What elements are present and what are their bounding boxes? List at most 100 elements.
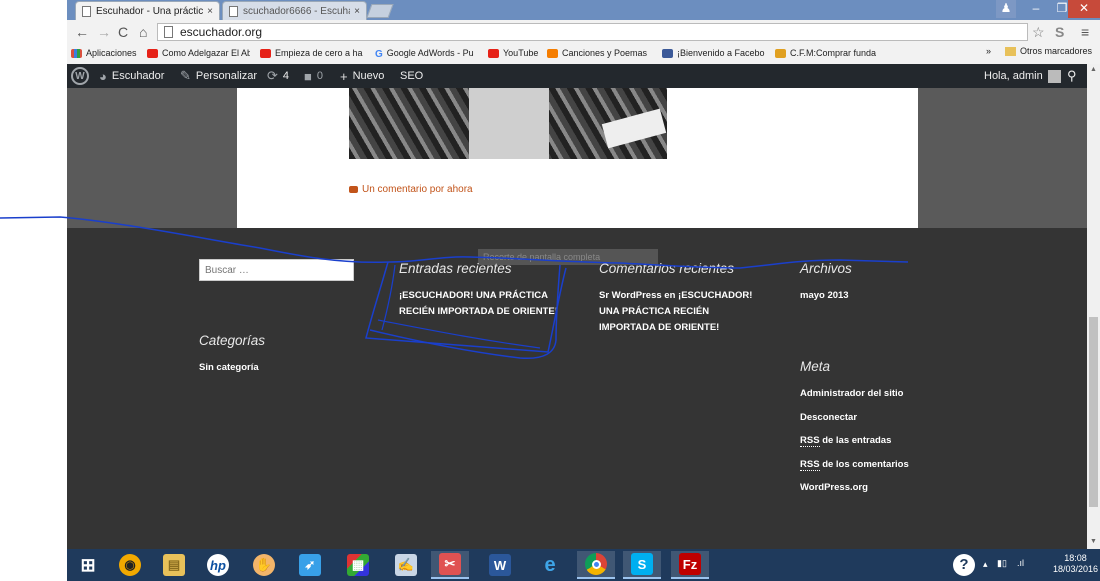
archives-title: Archivos <box>800 261 852 276</box>
bookmark-label: Google AdWords - Pu <box>386 48 474 58</box>
site-footer: Recorte de pantalla completa Entradas re… <box>67 228 1087 549</box>
more-bookmarks-chevron-icon[interactable]: » <box>986 46 991 56</box>
game-icon[interactable]: ▦ <box>339 551 377 579</box>
meta-logout-link[interactable]: Desconectar <box>800 410 857 426</box>
scroll-down-icon[interactable]: ▼ <box>1090 538 1097 545</box>
tab-title: Escuhador - Una práctica <box>96 5 204 17</box>
adminbar-customize[interactable]: ✎ Personalizar <box>180 64 257 88</box>
new-tab-button[interactable] <box>366 4 394 18</box>
recent-comment-item: Sr WordPress en ¡ESCUCHADOR! UNA PRÁCTIC… <box>599 288 764 336</box>
bookmark-label: Canciones y Poemas <box>562 48 648 58</box>
updates-count: 4 <box>282 70 290 82</box>
minimize-icon[interactable]: – <box>1023 0 1049 18</box>
meta-rss-comments-link[interactable]: RSS de los comentarios <box>800 457 909 473</box>
adminbar-seo[interactable]: SEO <box>400 64 423 88</box>
filezilla-icon[interactable]: Fz <box>671 551 709 579</box>
browser-toolbar: ← → C ⌂ escuchador.org ☆ S ≡ <box>67 20 1100 44</box>
customize-label: Personalizar <box>195 70 258 82</box>
network-icon[interactable]: ▮▯ <box>997 558 1007 569</box>
bookmark-label: C.F.M:Comprar funda <box>790 48 877 58</box>
skype-icon[interactable]: S <box>623 551 661 579</box>
bookmark-label: YouTube <box>503 48 539 58</box>
adminbar-comments[interactable]: ■ 0 <box>304 64 323 88</box>
help-icon[interactable]: ? <box>953 554 975 576</box>
bookmark-item[interactable]: YouTube <box>488 46 538 60</box>
categories-title: Categorías <box>199 333 266 348</box>
scroll-up-icon[interactable]: ▲ <box>1090 66 1097 73</box>
bookmark-item[interactable]: Como Adelgazar El Ab <box>147 46 250 60</box>
adminbar-new[interactable]: + Nuevo <box>340 64 384 88</box>
snipping-tool-icon[interactable]: ✂ <box>431 551 469 579</box>
other-bookmarks-folder[interactable]: Otros marcadores <box>1005 46 1092 56</box>
recent-post-link[interactable]: ¡ESCUCHADOR! UNA PRÁCTICA RECIÉN IMPORTA… <box>399 288 564 320</box>
tray-expand-icon[interactable]: ▴ <box>983 559 988 570</box>
bookmark-item[interactable]: G Google AdWords - Pu <box>375 46 481 60</box>
bookmark-item[interactable]: ¡Bienvenido a Facebo <box>662 46 766 60</box>
bookmark-star-icon[interactable]: ☆ <box>1032 24 1045 40</box>
category-link[interactable]: Sin categoría <box>199 360 259 376</box>
search-input[interactable] <box>199 259 354 281</box>
adminbar-site-name[interactable]: ◕ Escuhador <box>99 64 164 88</box>
home-icon[interactable]: ⌂ <box>139 24 147 40</box>
meta-title: Meta <box>800 359 831 374</box>
system-tray: ? ▴ ▮▯ .ıl 18:08 18/03/2016 <box>947 549 1100 581</box>
updates-icon: ⟳ <box>267 68 278 83</box>
hp-icon[interactable]: hp <box>199 551 237 579</box>
close-window-icon[interactable]: ✕ <box>1068 0 1100 18</box>
brush-icon: ✎ <box>180 68 191 83</box>
wordpress-logo-icon[interactable]: W <box>71 67 89 85</box>
bookmark-item[interactable]: Aplicaciones <box>71 46 137 60</box>
comment-author-link[interactable]: Sr WordPress <box>599 290 662 301</box>
bookmark-item[interactable]: Canciones y Poemas <box>547 46 650 60</box>
windows-taskbar: ⊞ ◉ ▤ hp ✋ ➶ ▦ ✍ ✂ W e S Fz ? ▴ ▮▯ .ıl 1… <box>67 549 1100 581</box>
meta-rss-entries-link[interactable]: RSS de las entradas <box>800 433 891 449</box>
bookmark-label: Empieza de cero a ha <box>275 48 363 58</box>
post-image <box>349 88 667 159</box>
adminbar-search-icon[interactable]: ⚲ <box>1067 64 1077 88</box>
back-icon[interactable]: ← <box>75 24 89 40</box>
bookmark-item[interactable]: Empieza de cero a ha <box>260 46 368 60</box>
bookmarks-bar: Aplicaciones Como Adelgazar El Ab Empiez… <box>67 44 1100 62</box>
reload-icon[interactable]: C <box>118 24 128 40</box>
hand-icon[interactable]: ✋ <box>245 551 283 579</box>
rocket-icon[interactable]: ➶ <box>291 551 329 579</box>
meta-admin-link[interactable]: Administrador del sitio <box>800 386 903 402</box>
rss-abbr: RSS <box>800 459 820 471</box>
system-clock[interactable]: 18:08 18/03/2016 <box>1053 553 1098 575</box>
page-icon <box>82 5 91 17</box>
internet-explorer-icon[interactable]: e <box>531 551 569 579</box>
archive-link[interactable]: mayo 2013 <box>800 288 849 304</box>
tab-scuchador6666[interactable]: scuchador6666 - Escuhad × <box>222 1 367 20</box>
paint-icon[interactable]: ✍ <box>387 551 425 579</box>
start-icon[interactable]: ⊞ <box>69 551 107 579</box>
signal-icon[interactable]: .ıl <box>1017 558 1024 568</box>
adminbar-account[interactable]: Hola, admin <box>984 64 1061 88</box>
skype-extension-icon[interactable]: S <box>1055 24 1064 40</box>
blogger-icon <box>547 48 558 58</box>
user-profile-icon[interactable]: ♟ <box>996 0 1016 18</box>
clock-date: 18/03/2016 <box>1053 564 1099 574</box>
clock-time: 18:08 <box>1064 553 1087 563</box>
scroll-thumb[interactable] <box>1089 317 1098 507</box>
rss-comments-label: de los comentarios <box>822 459 909 470</box>
youtube-icon <box>260 48 271 58</box>
word-icon[interactable]: W <box>481 551 519 579</box>
wp-admin-bar: W ◕ Escuhador ✎ Personalizar ⟳ 4 ■ 0 + N… <box>67 64 1100 88</box>
tab-close-icon[interactable]: × <box>354 6 360 17</box>
media-player-icon[interactable]: ◉ <box>111 551 149 579</box>
meta-wordpress-link[interactable]: WordPress.org <box>800 480 868 496</box>
bookmark-item[interactable]: C.F.M:Comprar funda <box>775 46 890 60</box>
tab-close-icon[interactable]: × <box>207 6 213 17</box>
comments-link[interactable]: Un comentario por ahora <box>349 184 473 195</box>
menu-icon[interactable]: ≡ <box>1081 24 1089 40</box>
youtube-icon <box>147 48 158 58</box>
forward-icon[interactable]: → <box>97 24 111 40</box>
chrome-icon[interactable] <box>577 551 615 579</box>
page-scrollbar[interactable]: ▲ ▼ <box>1087 64 1100 549</box>
address-bar[interactable]: escuchador.org <box>157 23 1028 41</box>
recent-comments-title: Comentarios recientes <box>599 261 735 276</box>
tab-escuchador[interactable]: Escuhador - Una práctica × <box>75 1 220 20</box>
adminbar-updates[interactable]: ⟳ 4 <box>267 64 289 88</box>
file-explorer-icon[interactable]: ▤ <box>155 551 193 579</box>
rss-entries-label: de las entradas <box>822 435 892 446</box>
